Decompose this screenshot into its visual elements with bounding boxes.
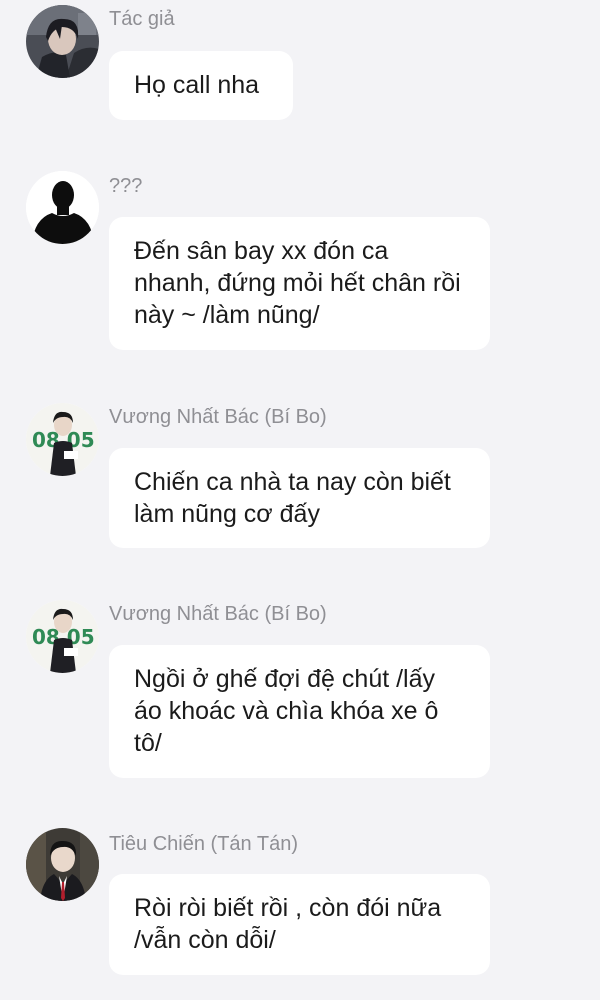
sender-name: Tác giả [109,8,175,30]
sender-name: Tiêu Chiến (Tán Tán) [109,833,298,855]
dark-haired-boy-icon [26,5,99,78]
birthday-poster-icon: 08 05 [26,600,99,673]
message-bubble[interactable]: Đến sân bay xx đón ca nhanh, đứng mỏi hế… [109,217,490,350]
sender-name: ??? [109,175,143,197]
message-bubble[interactable]: Ròi ròi biết rồi , còn đói nữa /vẫn còn … [109,874,490,975]
man-in-suit-icon [26,828,99,901]
sender-avatar[interactable] [26,171,99,244]
sender-avatar[interactable] [26,828,99,901]
sender-name: Vương Nhất Bác (Bí Bo) [109,603,327,625]
sender-avatar[interactable]: 08 05 [26,600,99,673]
sender-name: Vương Nhất Bác (Bí Bo) [109,406,327,428]
person-silhouette-icon [26,171,99,244]
sender-avatar[interactable]: 08 05 [26,403,99,476]
sender-avatar[interactable] [26,5,99,78]
message-bubble[interactable]: Chiến ca nhà ta nay còn biết làm nũng cơ… [109,448,490,548]
message-bubble[interactable]: Ngồi ở ghế đợi đệ chút /lấy áo khoác và … [109,645,490,778]
message-bubble[interactable]: Họ call nha [109,51,293,120]
birthday-poster-icon: 08 05 [26,403,99,476]
